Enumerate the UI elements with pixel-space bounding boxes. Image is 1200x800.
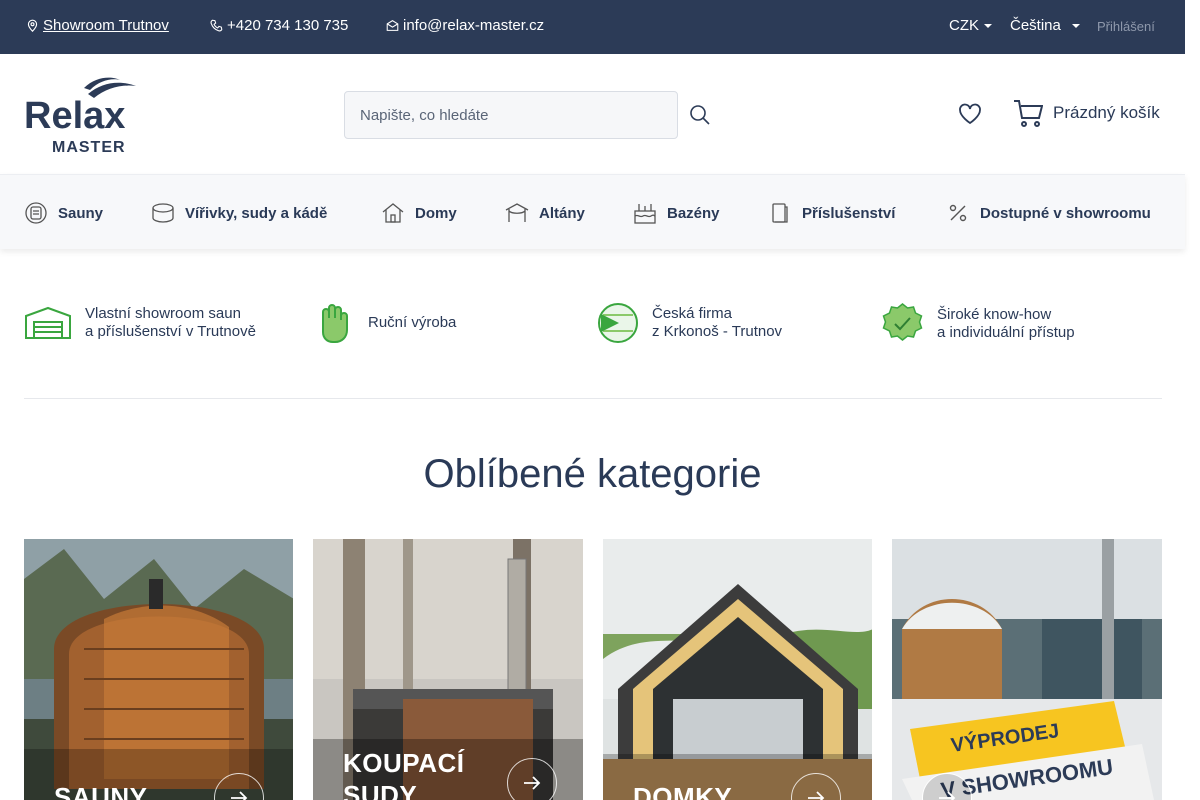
envelope-icon (386, 20, 399, 31)
cart-button[interactable]: Prázdný košík (1013, 98, 1160, 128)
showroom-label: Showroom Trutnov (43, 17, 169, 34)
nav-label: Domy (415, 204, 457, 222)
language-dropdown[interactable]: Čeština (1010, 17, 1080, 34)
email-label: info@relax-master.cz (403, 17, 545, 34)
category-label-line1: KOUPACÍ (343, 748, 465, 778)
currency-dropdown[interactable]: CZK (949, 17, 992, 34)
language-label: Čeština (1010, 17, 1061, 34)
nav-label: Dostupné v showroomu (980, 204, 1151, 222)
phone-label: +420 734 130 735 (227, 17, 349, 34)
logo-wave-icon: Relax MASTER (24, 77, 136, 156)
nav-item-dostupne[interactable]: Dostupné v showroomu (946, 201, 1151, 225)
search-input[interactable] (344, 91, 678, 139)
accessory-icon (772, 203, 788, 223)
sauna-icon (25, 202, 47, 224)
nav-item-sauny[interactable]: Sauny (24, 201, 103, 225)
top-bar: Showroom Trutnov +420 734 130 735 info@r… (0, 0, 1185, 54)
usp-line1: Široké know-how (937, 305, 1052, 323)
usp-czech: Česká firma z Krkonoš - Trutnov (597, 302, 782, 344)
nav-item-prislusenstvi[interactable]: Příslušenství (768, 201, 895, 225)
flag-icon (598, 303, 638, 343)
shopping-cart-icon (1014, 100, 1043, 127)
heart-icon (959, 103, 981, 125)
nav-label: Altány (539, 204, 585, 222)
category-label: KOUPACÍ SUDY (343, 747, 464, 800)
arrow-right-icon (231, 791, 248, 800)
wishlist-button[interactable] (957, 101, 983, 127)
category-card-domky[interactable]: DOMKY (603, 539, 872, 800)
login-label: Přihlášení (1097, 19, 1155, 34)
percent-icon (949, 204, 967, 222)
category-label: DOMKY (633, 782, 733, 800)
caret-down-icon (984, 23, 992, 28)
tub-icon (152, 203, 174, 223)
section-title: Oblíbené kategorie (423, 452, 762, 496)
category-card-sudy[interactable]: KOUPACÍ SUDY (313, 539, 583, 800)
currency-label: CZK (949, 17, 979, 34)
usp-line1: Ruční výroba (368, 314, 457, 331)
usp-knowhow: Široké know-how a individuální přístup (881, 302, 1075, 345)
usp-line2: z Krkonoš - Trutnov (652, 323, 783, 340)
email-link[interactable]: info@relax-master.cz (386, 17, 544, 34)
usp-line2: a příslušenství v Trutnově (85, 323, 256, 340)
cart-label: Prázdný košík (1053, 103, 1160, 122)
house-icon (382, 203, 404, 223)
phone-icon (210, 19, 223, 32)
section-divider (24, 398, 1162, 399)
location-pin-icon (27, 19, 38, 32)
hand-icon (322, 304, 348, 343)
search-icon (690, 105, 710, 125)
category-label-line2: SUDY (343, 780, 418, 800)
category-label: SAUNY (54, 782, 148, 800)
usp-handmade: Ruční výroba (313, 302, 456, 344)
nav-item-domy[interactable]: Domy (381, 201, 457, 225)
relax-master-logo[interactable]: Relax MASTER (24, 74, 142, 156)
arrow-right-button[interactable] (507, 758, 557, 800)
nav-label: Vířivky, sudy a kádě (185, 204, 328, 222)
nav-item-virivky[interactable]: Vířivky, sudy a kádě (151, 201, 327, 225)
main-navigation: Sauny Vířivky, sudy a kádě Domy Altány B… (0, 174, 1185, 249)
arrow-right-icon (808, 791, 825, 800)
usp-line1: Česká firma (652, 305, 733, 322)
pool-icon (634, 204, 656, 224)
nav-item-bazeny[interactable]: Bazény (633, 201, 720, 225)
logo-text-sub: MASTER (52, 139, 126, 156)
usp-line1: Vlastní showroom saun (85, 305, 241, 322)
gazebo-icon (505, 203, 529, 222)
usp-showroom: Vlastní showroom saun a příslušenství v T… (24, 302, 256, 344)
nav-label: Bazény (667, 204, 720, 222)
login-link[interactable]: Přihlášení (1097, 19, 1155, 34)
tiny-house-photo (603, 539, 872, 800)
nav-label: Příslušenství (802, 204, 896, 222)
category-card-vyprodej[interactable]: VÝPRODEJ V SHOWROOMU (892, 539, 1162, 800)
check-badge-icon (882, 303, 923, 341)
phone-link[interactable]: +420 734 130 735 (210, 17, 348, 34)
category-card-sauny[interactable]: SAUNY (24, 539, 293, 800)
caret-down-icon (1071, 23, 1080, 28)
logo-text-main: Relax (24, 95, 125, 137)
nav-item-altany[interactable]: Altány (505, 201, 585, 225)
search-button[interactable] (686, 101, 714, 129)
showroom-link[interactable]: Showroom Trutnov (26, 17, 169, 34)
arrow-right-icon (524, 776, 541, 790)
sale-banner: VÝPRODEJ V SHOWROOMU (902, 701, 1154, 800)
nav-label: Sauny (58, 204, 104, 222)
arrow-right-icon (939, 791, 956, 800)
sauna-photo (24, 539, 293, 800)
usp-line2: a individuální přístup (937, 323, 1075, 341)
garage-icon (25, 306, 71, 339)
